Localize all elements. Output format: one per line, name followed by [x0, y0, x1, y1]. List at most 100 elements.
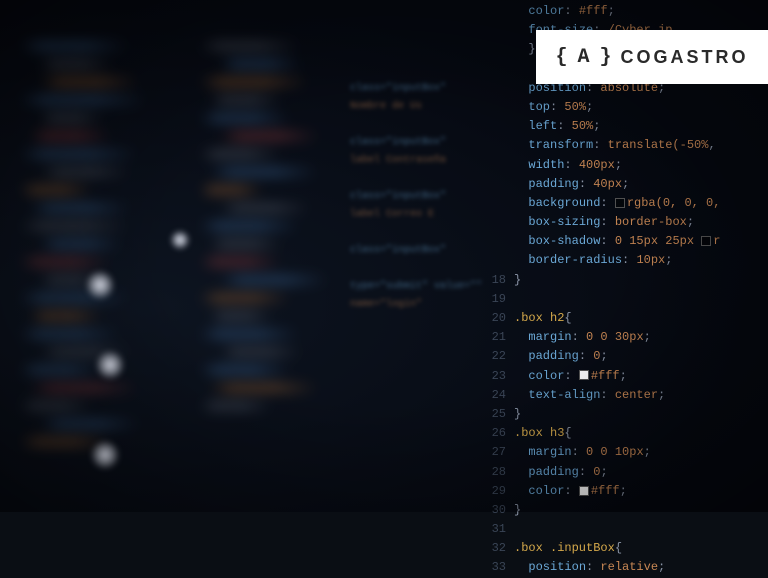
code-token: 0 15px 25px [615, 234, 701, 248]
code-token: 40px [593, 177, 622, 191]
code-token: : [593, 138, 607, 152]
blur-code-line [350, 170, 500, 188]
code-line: border-radius: 10px; [488, 251, 768, 270]
code-line: width: 400px; [488, 156, 768, 175]
code-token: margin [528, 445, 571, 459]
line-number: 28 [488, 463, 514, 482]
code-token: position [528, 560, 586, 574]
color-swatch-icon [579, 370, 589, 380]
blur-code-line [350, 260, 500, 278]
code-token: color [528, 484, 564, 498]
code-token: ; [644, 330, 651, 344]
code-token: ; [687, 215, 694, 229]
code-line: 19 [488, 290, 768, 309]
code-token: .box .inputBox [514, 541, 615, 555]
code-line: 20.box h2{ [488, 309, 768, 328]
code-token: .box h3 [514, 426, 564, 440]
cogastro-logo-icon: { A } [555, 46, 610, 69]
code-line: box-sizing: border-box; [488, 213, 768, 232]
blur-code-line [350, 116, 500, 134]
code-token: : [600, 215, 614, 229]
line-number: 21 [488, 328, 514, 347]
code-token: : [579, 349, 593, 363]
code-line: 29 color: #fff; [488, 482, 768, 501]
code-token: : [564, 484, 578, 498]
code-line: 31 [488, 520, 768, 539]
code-line: 23 color: #fff; [488, 367, 768, 386]
line-number: 30 [488, 501, 514, 520]
code-line: 25} [488, 405, 768, 424]
line-number: 26 [488, 424, 514, 443]
code-line: 28 padding: 0; [488, 463, 768, 482]
color-swatch-icon [701, 236, 711, 246]
blur-code-line: class="inputBox" [350, 134, 500, 152]
line-number: 29 [488, 482, 514, 501]
code-token: #fff [591, 369, 620, 383]
lens-flare-icon [95, 350, 125, 380]
code-token: top [528, 100, 550, 114]
line-number: 23 [488, 367, 514, 386]
code-token: ; [608, 4, 615, 18]
code-token: relative [600, 560, 658, 574]
code-token: color [528, 369, 564, 383]
code-token: ; [644, 445, 651, 459]
code-line: left: 50%; [488, 117, 768, 136]
code-token: padding [528, 177, 578, 191]
line-number: 20 [488, 309, 514, 328]
code-token: .box h2 [514, 311, 564, 325]
code-token: : [622, 253, 636, 267]
code-token: left [528, 119, 557, 133]
cogastro-badge: { A } COGASTRO [536, 30, 768, 84]
code-token: text-align [528, 388, 600, 402]
line-number: 31 [488, 520, 514, 539]
blur-code-line: class="inputBox" [350, 188, 500, 206]
line-number: 33 [488, 558, 514, 577]
line-number: 22 [488, 347, 514, 366]
code-photo-stage: class="inputBox" Nombre de Us class="inp… [0, 0, 768, 512]
blur-code-line: class="inputBox" [350, 80, 500, 98]
code-token: ; [586, 100, 593, 114]
code-token: : [579, 465, 593, 479]
code-token: ; [600, 349, 607, 363]
code-line: transform: translate(-50%, [488, 136, 768, 155]
code-token: transform [528, 138, 593, 152]
code-token: ; [658, 388, 665, 402]
line-number: 25 [488, 405, 514, 424]
code-token: 400px [579, 158, 615, 172]
code-token: : [579, 177, 593, 191]
code-token: box-shadow [528, 234, 600, 248]
line-number: 32 [488, 539, 514, 558]
code-token: } [514, 273, 521, 287]
code-token: #fff [591, 484, 620, 498]
mid-blur-code-column: class="inputBox" Nombre de Us class="inp… [350, 80, 500, 314]
code-token: : [564, 4, 578, 18]
code-line: 22 padding: 0; [488, 347, 768, 366]
code-token: : [550, 100, 564, 114]
code-token: border-box [615, 215, 687, 229]
lens-flare-icon [85, 270, 115, 300]
code-token: color [528, 4, 564, 18]
code-token: { [564, 311, 571, 325]
code-token: : [557, 119, 571, 133]
code-token: , [708, 138, 715, 152]
code-token: translate(-50% [608, 138, 709, 152]
code-token: ; [615, 158, 622, 172]
code-token: : [600, 388, 614, 402]
code-line: box-shadow: 0 15px 25px r [488, 232, 768, 251]
code-line: padding: 40px; [488, 175, 768, 194]
code-token: box-sizing [528, 215, 600, 229]
line-number: 27 [488, 443, 514, 462]
code-token: border-radius [528, 253, 622, 267]
code-token: 0 0 30px [586, 330, 644, 344]
code-line: color: #fff; [488, 2, 768, 21]
code-token: 50% [572, 119, 594, 133]
color-swatch-icon [615, 198, 625, 208]
cogastro-logo-text: COGASTRO [621, 47, 749, 68]
code-token: ; [622, 177, 629, 191]
code-token: : [600, 196, 614, 210]
code-token: ; [600, 465, 607, 479]
code-line: 26.box h3{ [488, 424, 768, 443]
code-token: } [514, 407, 521, 421]
code-token: padding [528, 465, 578, 479]
code-token: : [572, 330, 586, 344]
